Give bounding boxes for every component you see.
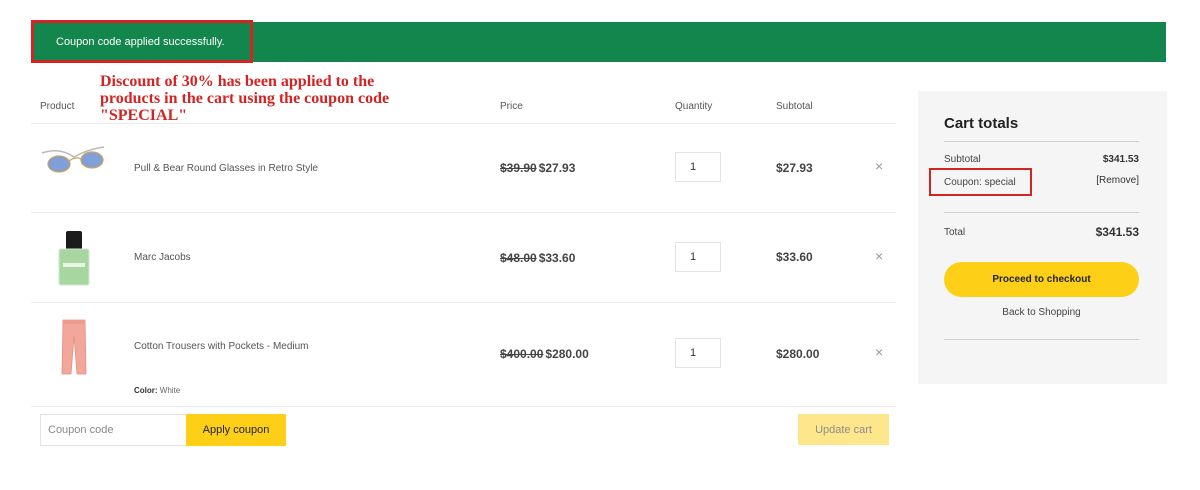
total-label: Total: [944, 227, 966, 238]
new-price: $280.00: [545, 347, 589, 361]
table-header: Product Price Quantity Subtotal: [31, 90, 896, 124]
highlight-box-coupon: [929, 168, 1032, 196]
table-row: Pull & Bear Round Glasses in Retro Style…: [31, 124, 896, 213]
header-subtotal: Subtotal: [776, 101, 813, 112]
glasses-thumbnail[interactable]: [40, 139, 108, 183]
cart-totals-title: Cart totals: [944, 115, 1019, 132]
header-product: Product: [40, 101, 75, 112]
quantity-input[interactable]: 1: [675, 338, 721, 368]
row-subtotal: $280.00: [776, 347, 820, 361]
highlight-box-notice: [31, 20, 253, 63]
product-name[interactable]: Pull & Bear Round Glasses in Retro Style: [134, 163, 318, 174]
divider: [944, 212, 1139, 213]
update-cart-button[interactable]: Update cart: [798, 414, 889, 445]
new-price: $27.93: [538, 161, 576, 175]
old-price: $39.90: [500, 161, 537, 175]
product-name[interactable]: Marc Jacobs: [134, 252, 191, 263]
table-row: Marc Jacobs $48.00 $33.60 1 $33.60 ×: [31, 213, 896, 303]
quantity-input[interactable]: 1: [675, 152, 721, 182]
product-price: $39.90 $27.93: [500, 161, 575, 175]
row-subtotal: $27.93: [776, 161, 813, 175]
product-attribute: Color: White: [134, 386, 180, 395]
product-price: $400.00 $280.00: [500, 347, 589, 361]
table-row: Cotton Trousers with Pockets - Medium Co…: [31, 303, 896, 407]
new-price: $33.60: [538, 251, 576, 265]
cart-totals-panel: Cart totals Subtotal $341.53 Coupon: spe…: [918, 91, 1167, 384]
attribute-label: Color:: [134, 386, 158, 395]
perfume-thumbnail[interactable]: [40, 229, 108, 287]
back-to-shopping-link[interactable]: Back to Shopping: [944, 307, 1139, 318]
apply-coupon-button[interactable]: Apply coupon: [186, 414, 286, 446]
quantity-input[interactable]: 1: [675, 242, 721, 272]
header-price: Price: [500, 101, 523, 112]
old-price: $400.00: [500, 347, 544, 361]
cart-table: Product Price Quantity Subtotal Pull & B…: [31, 90, 896, 407]
proceed-to-checkout-button[interactable]: Proceed to checkout: [944, 262, 1139, 297]
remove-coupon-link[interactable]: [Remove]: [1096, 175, 1139, 186]
product-name[interactable]: Cotton Trousers with Pockets - Medium: [134, 341, 309, 352]
attribute-value: White: [159, 386, 181, 395]
remove-item-icon[interactable]: ×: [875, 248, 883, 264]
remove-item-icon[interactable]: ×: [875, 344, 883, 360]
trousers-thumbnail[interactable]: [40, 317, 108, 377]
remove-item-icon[interactable]: ×: [875, 158, 883, 174]
row-subtotal: $33.60: [776, 250, 813, 264]
subtotal-value: $341.53: [1102, 154, 1139, 165]
total-value: $341.53: [1095, 225, 1139, 239]
divider: [944, 339, 1139, 340]
divider: [944, 141, 1139, 142]
product-price: $48.00 $33.60: [500, 251, 575, 265]
subtotal-label: Subtotal: [944, 154, 981, 165]
old-price: $48.00: [500, 251, 537, 265]
coupon-code-input[interactable]: Coupon code: [40, 414, 187, 446]
header-quantity: Quantity: [675, 101, 713, 112]
